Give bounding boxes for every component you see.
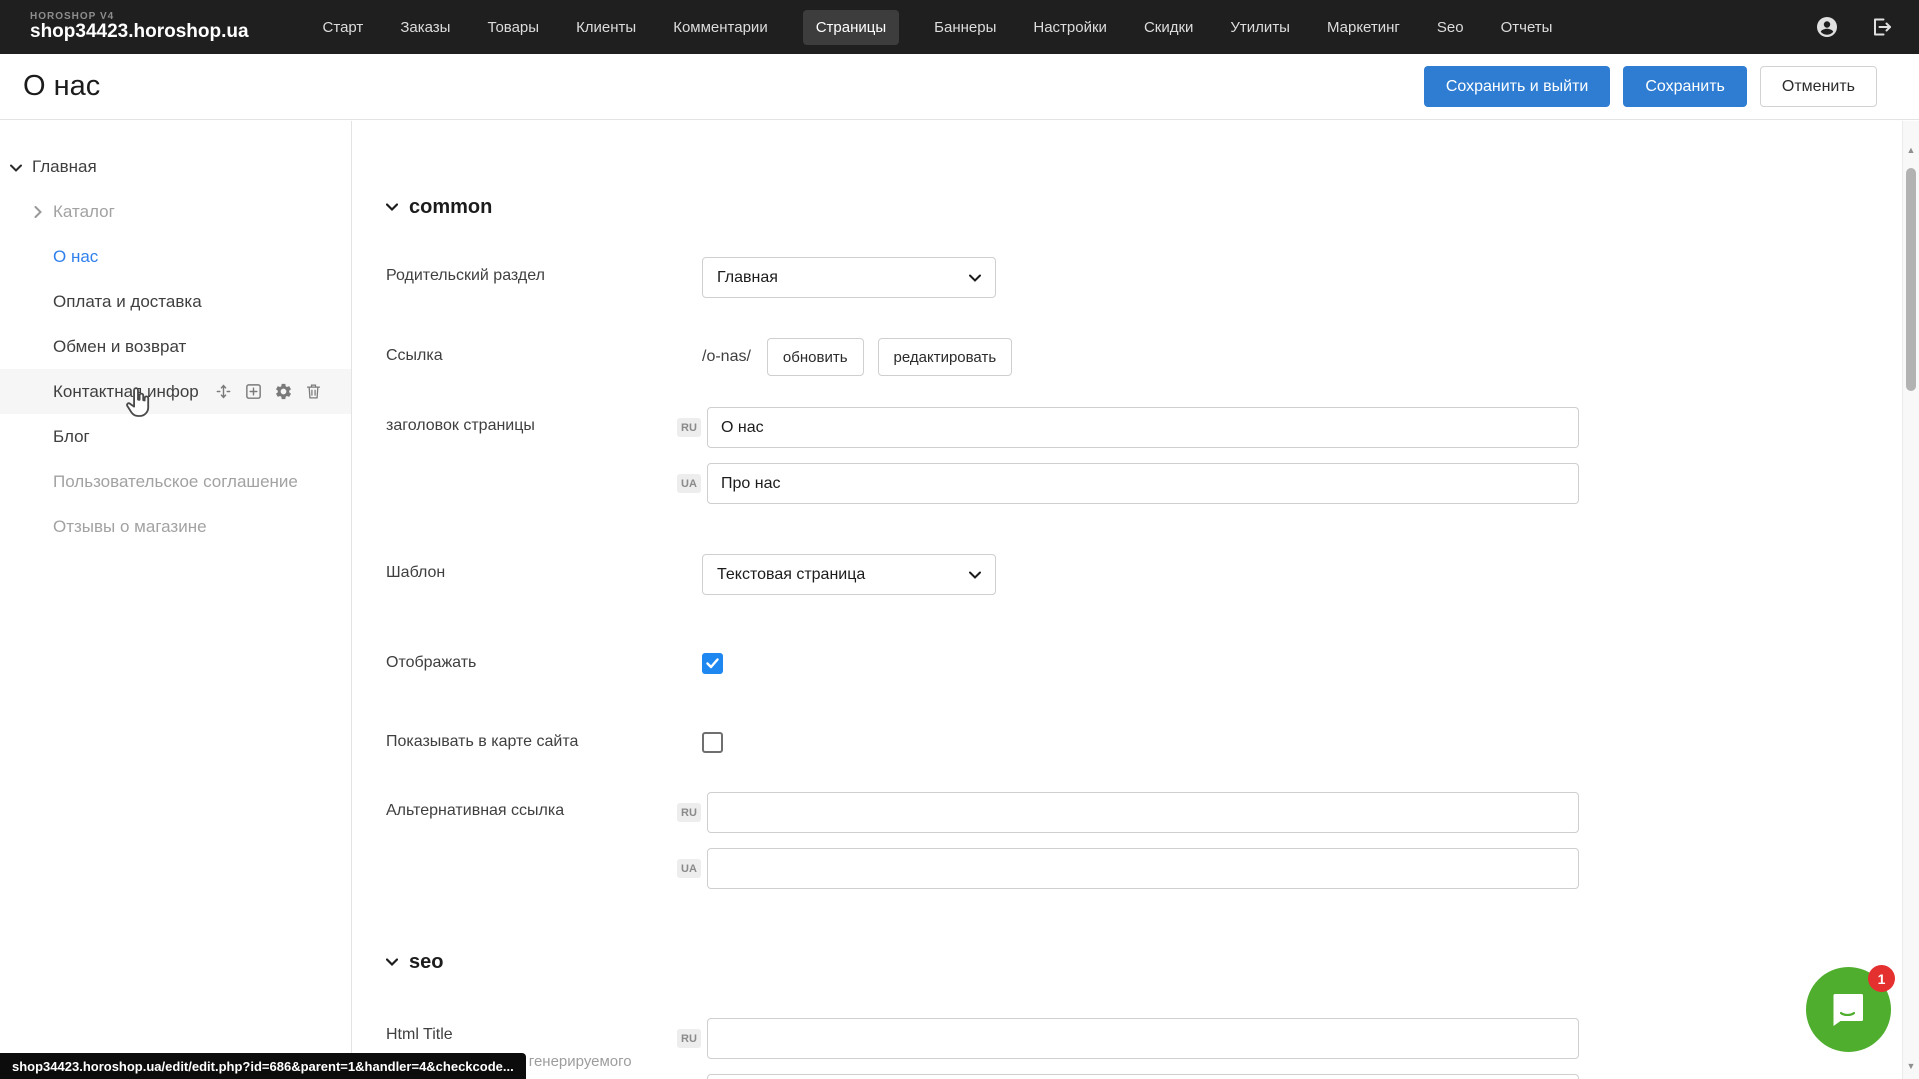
lang-ru-badge: RU (677, 803, 701, 822)
alt-link-label: Альтернативная ссылка (386, 792, 677, 820)
save-and-exit-button[interactable]: Сохранить и выйти (1424, 66, 1611, 107)
link-refresh-button[interactable]: обновить (767, 338, 864, 376)
chevron-down-icon (969, 274, 981, 282)
logout-icon[interactable] (1869, 15, 1893, 39)
status-url-tooltip: shop34423.horoshop.ua/edit/edit.php?id=6… (0, 1053, 526, 1079)
settings-gear-icon[interactable] (274, 382, 293, 401)
cancel-button[interactable]: Отменить (1760, 66, 1877, 107)
page: HOROSHOP V4 shop34423.horoshop.ua Старт … (0, 0, 1919, 1079)
link-label: Ссылка (386, 338, 702, 365)
display-label: Отображать (386, 643, 702, 672)
tree-item-kontaktnaya[interactable]: Контактная инфор (0, 369, 351, 414)
tree-item-oplata[interactable]: Оплата и доставка (0, 279, 351, 324)
tree-item-soglashenie[interactable]: Пользовательское соглашение (0, 459, 351, 504)
nav-banners[interactable]: Баннеры (932, 10, 998, 45)
tree-item-katalog[interactable]: Каталог (0, 189, 351, 234)
display-checkbox[interactable] (702, 653, 723, 674)
parent-section-select[interactable]: Главная (702, 257, 996, 298)
lang-ua-badge: UA (677, 859, 701, 878)
nav-seo[interactable]: Seo (1435, 10, 1466, 45)
save-button[interactable]: Сохранить (1623, 66, 1747, 107)
lang-ru-badge: RU (677, 1029, 701, 1048)
move-icon[interactable] (214, 382, 233, 401)
logo-domain-label: shop34423.horoshop.ua (30, 22, 249, 43)
html-title-label: Html Title (386, 1026, 677, 1044)
pages-tree-sidebar: Главная Каталог О нас Оплата и доставка … (0, 121, 352, 1079)
nav-discounts[interactable]: Скидки (1142, 10, 1195, 45)
scrollbar-thumb[interactable] (1906, 168, 1916, 391)
section-common-toggle[interactable]: common (386, 192, 1902, 222)
account-icon[interactable] (1815, 15, 1839, 39)
chat-unread-badge: 1 (1868, 965, 1895, 992)
alt-link-ua-input[interactable] (707, 848, 1579, 889)
nav-marketing[interactable]: Маркетинг (1325, 10, 1402, 45)
tree-item-obmen[interactable]: Обмен и возврат (0, 324, 351, 369)
nav-pages[interactable]: Страницы (803, 10, 899, 45)
lang-ru-badge: RU (677, 418, 701, 437)
nav-settings[interactable]: Настройки (1031, 10, 1109, 45)
link-path-value: /o-nas/ (702, 348, 751, 366)
scroll-up-arrow[interactable]: ▲ (1903, 145, 1919, 155)
chevron-down-icon (386, 956, 398, 968)
main-menu: Старт Заказы Товары Клиенты Комментарии … (321, 10, 1555, 45)
nav-reports[interactable]: Отчеты (1499, 10, 1555, 45)
tree-item-actions (214, 382, 323, 401)
page-heading-ua-input[interactable] (707, 463, 1579, 504)
chevron-right-icon (32, 206, 44, 218)
check-icon (706, 658, 719, 669)
nav-orders[interactable]: Заказы (398, 10, 452, 45)
link-edit-button[interactable]: редактировать (878, 338, 1013, 376)
header-actions: Сохранить и выйти Сохранить Отменить (1424, 66, 1877, 107)
page-title: О нас (23, 70, 100, 103)
html-title-ua-input[interactable] (707, 1074, 1579, 1079)
scroll-down-arrow[interactable]: ▼ (1903, 1061, 1919, 1071)
page-edit-form: common Родительский раздел Главная Ссылк… (353, 121, 1902, 1079)
add-page-icon[interactable] (244, 382, 263, 401)
sitemap-checkbox[interactable] (702, 732, 723, 753)
tree-item-otzyvy[interactable]: Отзывы о магазине (0, 504, 351, 549)
tree-item-blog[interactable]: Блог (0, 414, 351, 459)
chevron-down-icon (10, 162, 22, 174)
chat-bubble-icon (1828, 989, 1870, 1031)
section-seo-toggle[interactable]: seo (386, 947, 1902, 977)
tree-item-o-nas[interactable]: О нас (0, 234, 351, 279)
alt-link-ru-input[interactable] (707, 792, 1579, 833)
page-heading-ru-input[interactable] (707, 407, 1579, 448)
chevron-down-icon (386, 201, 398, 213)
chat-widget-button[interactable]: 1 (1806, 967, 1891, 1052)
shop-logo[interactable]: HOROSHOP V4 shop34423.horoshop.ua (30, 11, 249, 43)
nav-utilities[interactable]: Утилиты (1228, 10, 1292, 45)
template-label: Шаблон (386, 554, 702, 582)
page-heading-label: заголовок страницы (386, 407, 677, 435)
lang-ua-badge: UA (677, 474, 701, 493)
nav-start[interactable]: Старт (321, 10, 366, 45)
template-select[interactable]: Текстовая страница (702, 554, 996, 595)
parent-section-label: Родительский раздел (386, 257, 702, 285)
topbar-right-icons (1815, 15, 1893, 39)
chevron-down-icon (969, 571, 981, 579)
nav-clients[interactable]: Клиенты (574, 10, 638, 45)
tree-item-glavnaya[interactable]: Главная (0, 144, 351, 189)
page-header: О нас Сохранить и выйти Сохранить Отмени… (0, 54, 1919, 120)
top-navigation-bar: HOROSHOP V4 shop34423.horoshop.ua Старт … (0, 0, 1919, 54)
sitemap-label: Показывать в карте сайта (386, 722, 702, 751)
html-title-ru-input[interactable] (707, 1018, 1579, 1059)
nav-products[interactable]: Товары (485, 10, 541, 45)
nav-comments[interactable]: Комментарии (671, 10, 769, 45)
delete-trash-icon[interactable] (304, 382, 323, 401)
vertical-scrollbar: ▲ ▼ (1902, 121, 1919, 1079)
